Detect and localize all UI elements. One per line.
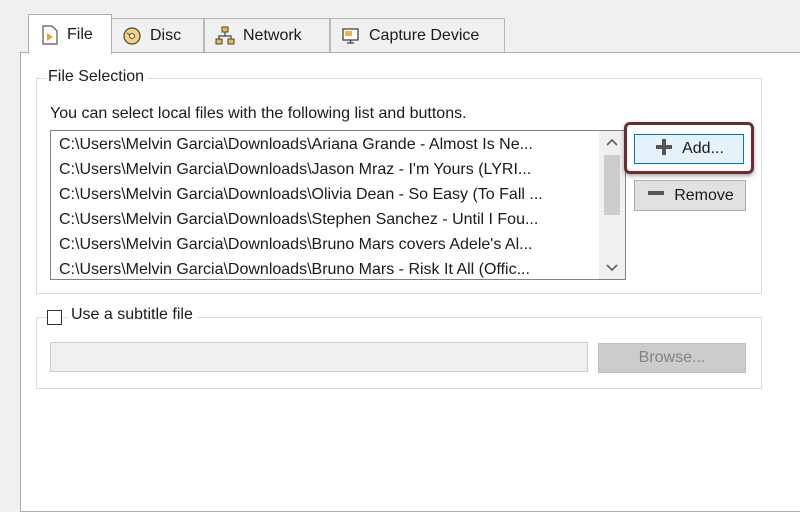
scroll-up-arrow-icon[interactable] bbox=[599, 131, 625, 153]
browse-button-label: Browse... bbox=[638, 349, 706, 366]
minus-icon bbox=[646, 183, 666, 208]
list-item[interactable]: C:\Users\Melvin Garcia\Downloads\Bruno M… bbox=[51, 232, 601, 257]
list-item[interactable]: C:\Users\Melvin Garcia\Downloads\Stephen… bbox=[51, 207, 601, 232]
file-selection-description: You can select local files with the foll… bbox=[50, 105, 467, 122]
tab-network[interactable]: Network bbox=[204, 18, 330, 52]
file-list-scrollbar[interactable] bbox=[599, 131, 625, 279]
remove-button-label: Remove bbox=[674, 186, 734, 204]
tab-disc[interactable]: Disc bbox=[111, 18, 204, 52]
subtitle-path-input[interactable] bbox=[50, 342, 588, 372]
tab-file-label: File bbox=[67, 25, 93, 43]
subtitle-checkbox-label[interactable]: Use a subtitle file bbox=[68, 306, 197, 324]
tab-disc-label: Disc bbox=[150, 26, 182, 44]
tab-capture-device-label: Capture Device bbox=[369, 26, 480, 44]
add-button[interactable]: Add... bbox=[634, 134, 744, 164]
file-play-icon bbox=[41, 24, 59, 45]
list-item[interactable]: C:\Users\Melvin Garcia\Downloads\Ariana … bbox=[51, 132, 601, 157]
tab-file[interactable]: File bbox=[28, 14, 112, 54]
tab-capture-device[interactable]: Capture Device bbox=[330, 18, 505, 52]
list-item[interactable]: C:\Users\Melvin Garcia\Downloads\Jason M… bbox=[51, 157, 601, 182]
browse-button[interactable]: Browse... bbox=[598, 343, 746, 373]
network-icon bbox=[215, 26, 235, 46]
disc-icon bbox=[122, 26, 142, 46]
capture-device-icon bbox=[341, 26, 361, 46]
subtitle-checkbox[interactable] bbox=[47, 310, 62, 325]
scroll-down-arrow-icon[interactable] bbox=[599, 257, 625, 279]
plus-icon bbox=[654, 137, 674, 162]
remove-button[interactable]: Remove bbox=[634, 180, 746, 211]
tab-network-label: Network bbox=[243, 26, 302, 44]
file-list[interactable]: C:\Users\Melvin Garcia\Downloads\Ariana … bbox=[50, 130, 626, 280]
scroll-thumb[interactable] bbox=[604, 155, 620, 215]
add-button-label: Add... bbox=[682, 140, 724, 157]
list-item[interactable]: C:\Users\Melvin Garcia\Downloads\Bruno M… bbox=[51, 257, 601, 279]
list-item[interactable]: C:\Users\Melvin Garcia\Downloads\Olivia … bbox=[51, 182, 601, 207]
file-selection-title: File Selection bbox=[46, 68, 148, 86]
tab-bar: Disc Network Capture Device File bbox=[0, 0, 800, 54]
